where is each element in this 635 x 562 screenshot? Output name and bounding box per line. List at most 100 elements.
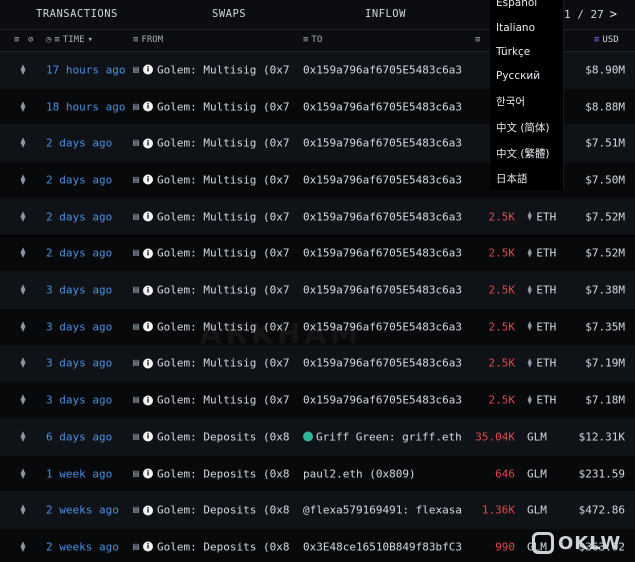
token-symbol[interactable]: ⧫ ETH xyxy=(527,284,556,297)
to-entity[interactable]: 0x159a796af6705E5483c6a3 xyxy=(303,394,462,407)
from-entity[interactable]: ▤ i Golem: Multisig (0x7 xyxy=(133,100,289,113)
to-entity[interactable]: 0x159a796af6705E5483c6a3 xyxy=(303,63,462,76)
table-row[interactable]: ⧫ 2 weeks ago ▤ i Golem: Deposits (0x8 @flexa… xyxy=(0,492,635,530)
from-address[interactable]: Golem: Multisig (0x7 xyxy=(157,137,289,150)
to-address[interactable]: 0x159a796af6705E5483c6a3 xyxy=(303,284,462,297)
token-symbol[interactable]: ⧫ ETH xyxy=(527,247,556,260)
token-symbol[interactable]: GLM xyxy=(527,504,547,517)
language-option[interactable]: 中文 (繁體) xyxy=(496,146,550,161)
from-entity[interactable]: ▤ i Golem: Multisig (0x7 xyxy=(133,247,289,260)
column-time[interactable]: ◷ ≡ TIME ▾ xyxy=(46,35,93,45)
from-entity[interactable]: ▤ i Golem: Deposits (0x8 xyxy=(133,540,289,553)
table-row[interactable]: ⧫ 2 days ago ▤ i Golem: Multisig (0x7 0x159a7… xyxy=(0,235,635,273)
token-symbol[interactable]: GLM xyxy=(527,467,547,480)
to-entity[interactable]: 0x159a796af6705E5483c6a3 xyxy=(303,173,462,186)
time-link[interactable]: 2 days ago xyxy=(46,247,112,260)
from-address[interactable]: Golem: Multisig (0x7 xyxy=(157,357,289,370)
to-address[interactable]: 0x159a796af6705E5483c6a3 xyxy=(303,137,462,150)
time-link[interactable]: 1 week ago xyxy=(46,467,112,480)
to-address[interactable]: 0x3E48ce16510B849f83bfC3 xyxy=(303,540,462,553)
to-entity[interactable]: @flexa579169491: flexasa xyxy=(303,504,462,517)
from-address[interactable]: Golem: Multisig (0x7 xyxy=(157,210,289,223)
language-option[interactable]: Español xyxy=(496,0,537,9)
from-entity[interactable]: ▤ i Golem: Multisig (0x7 xyxy=(133,357,289,370)
to-entity[interactable]: 0x159a796af6705E5483c6a3 xyxy=(303,284,462,297)
language-option[interactable]: 日本語 xyxy=(496,171,528,186)
language-option[interactable]: 한국어 xyxy=(496,94,525,109)
time-link[interactable]: 3 days ago xyxy=(46,284,112,297)
from-address[interactable]: Golem: Multisig (0x7 xyxy=(157,247,289,260)
to-entity[interactable]: 0x159a796af6705E5483c6a3 xyxy=(303,210,462,223)
tab-transactions[interactable]: TRANSACTIONS xyxy=(36,8,118,20)
from-address[interactable]: Golem: Deposits (0x8 xyxy=(157,504,289,517)
from-entity[interactable]: ▤ i Golem: Deposits (0x8 xyxy=(133,467,289,480)
filter-icon[interactable]: ≡ xyxy=(14,35,19,45)
copy-icon[interactable]: ▤ xyxy=(133,541,139,552)
to-address[interactable]: 0x159a796af6705E5483c6a3 xyxy=(303,173,462,186)
from-entity[interactable]: ▤ i Golem: Multisig (0x7 xyxy=(133,173,289,186)
time-link[interactable]: 2 weeks ago xyxy=(46,540,119,553)
token-symbol[interactable]: ⧫ ETH xyxy=(527,320,556,333)
from-address[interactable]: Golem: Multisig (0x7 xyxy=(157,394,289,407)
token-symbol[interactable]: ⧫ ETH xyxy=(527,394,556,407)
to-address[interactable]: @flexa579169491: flexasa xyxy=(303,504,462,517)
from-address[interactable]: Golem: Deposits (0x8 xyxy=(157,430,289,443)
copy-icon[interactable]: ▤ xyxy=(133,468,139,479)
table-row[interactable]: ⧫ 1 week ago ▤ i Golem: Deposits (0x8 paul2.e… xyxy=(0,455,635,493)
to-address[interactable]: 0x159a796af6705E5483c6a3 xyxy=(303,63,462,76)
to-entity[interactable]: 0x159a796af6705E5483c6a3 xyxy=(303,100,462,113)
time-link[interactable]: 2 days ago xyxy=(46,137,112,150)
token-symbol[interactable]: ⧫ ETH xyxy=(527,210,556,223)
table-row[interactable]: ⧫ 2 days ago ▤ i Golem: Multisig (0x7 0x159a7… xyxy=(0,198,635,236)
from-entity[interactable]: ▤ i Golem: Multisig (0x7 xyxy=(133,137,289,150)
to-address[interactable]: 0x159a796af6705E5483c6a3 xyxy=(303,394,462,407)
from-address[interactable]: Golem: Multisig (0x7 xyxy=(157,284,289,297)
copy-icon[interactable]: ▤ xyxy=(133,285,139,296)
tab-inflow[interactable]: INFLOW xyxy=(365,8,406,20)
from-entity[interactable]: ▤ i Golem: Deposits (0x8 xyxy=(133,504,289,517)
to-entity[interactable]: paul2.eth (0x809) xyxy=(303,467,416,480)
table-row[interactable]: ⧫ 3 days ago ▤ i Golem: Multisig (0x7 0x159a7… xyxy=(0,345,635,383)
copy-icon[interactable]: ▤ xyxy=(133,174,139,185)
column-to[interactable]: ≡ TO xyxy=(303,35,322,45)
to-address[interactable]: Griff Green: griff.eth xyxy=(316,430,462,443)
copy-icon[interactable]: ▤ xyxy=(133,505,139,516)
copy-icon[interactable]: ▤ xyxy=(133,395,139,406)
copy-icon[interactable]: ▤ xyxy=(133,431,139,442)
time-link[interactable]: 17 hours ago xyxy=(46,63,125,76)
to-address[interactable]: 0x159a796af6705E5483c6a3 xyxy=(303,357,462,370)
to-entity[interactable]: Griff Green: griff.eth xyxy=(303,430,462,443)
from-entity[interactable]: ▤ i Golem: Multisig (0x7 xyxy=(133,63,289,76)
to-entity[interactable]: 0x3E48ce16510B849f83bfC3 xyxy=(303,540,462,553)
copy-icon[interactable]: ▤ xyxy=(133,101,139,112)
to-entity[interactable]: 0x159a796af6705E5483c6a3 xyxy=(303,357,462,370)
to-address[interactable]: 0x159a796af6705E5483c6a3 xyxy=(303,247,462,260)
to-entity[interactable]: 0x159a796af6705E5483c6a3 xyxy=(303,247,462,260)
language-option[interactable]: Türkçe xyxy=(496,46,530,58)
time-link[interactable]: 2 weeks ago xyxy=(46,504,119,517)
to-address[interactable]: 0x159a796af6705E5483c6a3 xyxy=(303,210,462,223)
from-address[interactable]: Golem: Deposits (0x8 xyxy=(157,467,289,480)
from-address[interactable]: Golem: Multisig (0x7 xyxy=(157,100,289,113)
copy-icon[interactable]: ▤ xyxy=(133,138,139,149)
table-row[interactable]: ⧫ 6 days ago ▤ i Golem: Deposits (0x8 Griff G… xyxy=(0,419,635,456)
column-value-filter[interactable]: ≡ xyxy=(475,35,480,45)
from-entity[interactable]: ▤ i Golem: Multisig (0x7 xyxy=(133,284,289,297)
copy-icon[interactable]: ▤ xyxy=(133,248,139,259)
to-address[interactable]: 0x159a796af6705E5483c6a3 xyxy=(303,100,462,113)
from-entity[interactable]: ▤ i Golem: Multisig (0x7 xyxy=(133,210,289,223)
link-icon[interactable]: ⊘ xyxy=(28,35,33,45)
language-option[interactable]: 中文 (简体) xyxy=(496,120,550,135)
from-entity[interactable]: ▤ i Golem: Deposits (0x8 xyxy=(133,430,289,443)
from-address[interactable]: Golem: Deposits (0x8 xyxy=(157,540,289,553)
time-link[interactable]: 3 days ago xyxy=(46,320,112,333)
token-symbol[interactable]: GLM xyxy=(527,430,547,443)
to-address[interactable]: paul2.eth (0x809) xyxy=(303,467,416,480)
column-from[interactable]: ≡ FROM xyxy=(133,35,163,45)
time-link[interactable]: 18 hours ago xyxy=(46,100,125,113)
time-link[interactable]: 2 days ago xyxy=(46,173,112,186)
language-option[interactable]: Italiano xyxy=(496,22,535,34)
copy-icon[interactable]: ▤ xyxy=(133,211,139,222)
from-entity[interactable]: ▤ i Golem: Multisig (0x7 xyxy=(133,394,289,407)
from-address[interactable]: Golem: Multisig (0x7 xyxy=(157,63,289,76)
